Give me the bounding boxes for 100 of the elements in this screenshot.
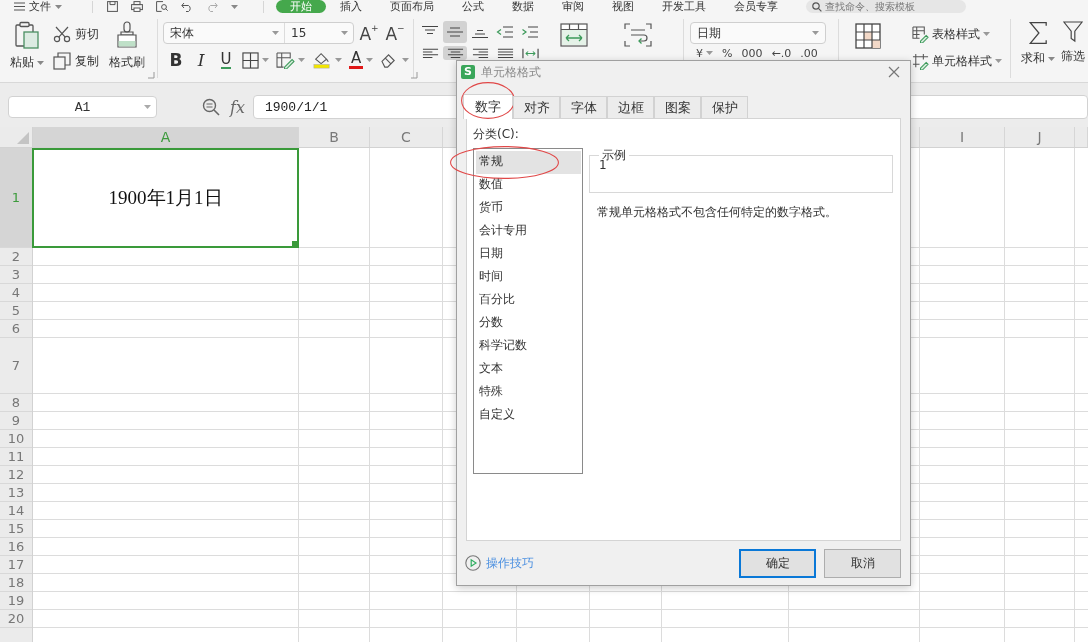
function-label[interactable]: fx xyxy=(230,97,245,117)
print-preview-icon[interactable] xyxy=(156,1,168,12)
clipboard-icon xyxy=(14,21,41,49)
row-header[interactable]: 11 xyxy=(0,448,32,466)
menu-tab[interactable]: 会员专享 xyxy=(720,0,792,13)
close-icon[interactable] xyxy=(888,66,900,78)
menu-tab[interactable]: 页面布局 xyxy=(376,0,448,13)
cell-style-button[interactable]: 单元格样式 xyxy=(912,50,1002,72)
category-item[interactable]: 自定义 xyxy=(476,404,581,427)
menu-tab[interactable]: 插入 xyxy=(326,0,376,13)
undo-icon[interactable] xyxy=(181,1,193,12)
dialog-tab[interactable]: 边框 xyxy=(607,96,654,118)
column-header[interactable]: B xyxy=(299,127,370,147)
dialog-tab[interactable]: 字体 xyxy=(560,96,607,118)
print-icon[interactable] xyxy=(131,1,143,12)
align-icon xyxy=(496,25,514,39)
category-item[interactable]: 文本 xyxy=(476,358,581,381)
row-header[interactable]: 19 xyxy=(0,592,32,610)
row-header[interactable]: 14 xyxy=(0,502,32,520)
font-name-field[interactable]: 宋体 xyxy=(164,23,285,43)
align-button[interactable] xyxy=(443,46,467,60)
row-header[interactable]: 2 xyxy=(0,248,32,266)
dialog-tab[interactable]: 对齐 xyxy=(513,96,560,118)
caret-icon[interactable] xyxy=(231,4,238,9)
magnifier-icon[interactable] xyxy=(202,98,220,116)
wrap-text-icon[interactable] xyxy=(624,23,652,47)
category-item[interactable]: 货币 xyxy=(476,197,581,220)
category-item[interactable]: 时间 xyxy=(476,266,581,289)
column-header[interactable]: I xyxy=(920,127,1005,147)
row-header[interactable]: 12 xyxy=(0,466,32,484)
row-header[interactable]: 10 xyxy=(0,430,32,448)
copy-button[interactable]: 复制 xyxy=(52,50,102,72)
menu-tab[interactable]: 开发工具 xyxy=(648,0,720,13)
sum-button[interactable]: 求和 xyxy=(1019,13,1057,74)
bold-button[interactable]: B xyxy=(165,49,187,71)
row-header[interactable]: 5 xyxy=(0,302,32,320)
hash-brush-icon xyxy=(912,52,929,70)
save-icon[interactable] xyxy=(107,1,118,12)
merge-cells-icon[interactable] xyxy=(560,23,588,47)
category-item[interactable]: 日期 xyxy=(476,243,581,266)
scissors-icon xyxy=(52,25,71,43)
table-style-button[interactable]: 表格样式 xyxy=(912,23,1002,45)
category-item[interactable]: 会计专用 xyxy=(476,220,581,243)
row-header[interactable]: 3 xyxy=(0,266,32,284)
category-item[interactable]: 特殊 xyxy=(476,381,581,404)
font-color-button[interactable]: A xyxy=(347,49,376,71)
search-field[interactable]: 查找命令、搜索模板 xyxy=(806,0,966,13)
cut-button[interactable]: 剪切 xyxy=(52,23,102,45)
row-header[interactable]: 8 xyxy=(0,394,32,412)
menu-tab[interactable]: 数据 xyxy=(498,0,548,13)
number-format-button[interactable]: % xyxy=(722,46,733,60)
row-header[interactable]: 4 xyxy=(0,284,32,302)
file-menu[interactable]: 文件 xyxy=(14,0,86,13)
category-item[interactable]: 百分比 xyxy=(476,289,581,312)
category-item[interactable]: 分数 xyxy=(476,312,581,335)
number-format-button[interactable]: 000 xyxy=(741,46,763,60)
dialog-tab[interactable]: 保护 xyxy=(701,96,748,118)
table-grid-icon[interactable] xyxy=(855,23,881,49)
number-format-button[interactable]: ¥ xyxy=(696,46,713,60)
name-box[interactable]: A1 xyxy=(8,96,157,118)
fill-handle[interactable] xyxy=(292,241,297,246)
shrink-font-button[interactable]: A$^{−}$ xyxy=(384,22,406,44)
menu-tab[interactable]: 审阅 xyxy=(548,0,598,13)
underline-button[interactable]: U xyxy=(215,49,237,71)
dialog-tab[interactable]: 图案 xyxy=(654,96,701,118)
cell-style-pencil-button[interactable] xyxy=(274,49,307,71)
format-painter-button[interactable]: 格式刷 xyxy=(105,13,148,74)
grow-font-button[interactable]: A$^{+}$ xyxy=(358,22,380,44)
row-header[interactable]: 6 xyxy=(0,320,32,338)
row-header[interactable]: 9 xyxy=(0,412,32,430)
menu-tab[interactable]: 视图 xyxy=(598,0,648,13)
number-format-button[interactable]: .00 xyxy=(800,46,818,60)
row-header[interactable]: 17 xyxy=(0,556,32,574)
selected-cell[interactable]: 1900年1月1日 xyxy=(32,148,299,248)
sigma-icon xyxy=(1028,21,1048,45)
menu-tab[interactable]: 公式 xyxy=(448,0,498,13)
font-size-field[interactable]: 15 xyxy=(285,23,353,43)
paste-button[interactable]: 粘贴 xyxy=(8,13,47,74)
search-icon xyxy=(812,1,822,12)
column-header[interactable]: C xyxy=(370,127,443,147)
dialog-tab[interactable]: 数字 xyxy=(463,94,513,119)
number-format-dropdown[interactable]: 日期 xyxy=(690,22,826,44)
category-item[interactable]: 数值 xyxy=(476,174,581,197)
row-header[interactable]: 13 xyxy=(0,484,32,502)
category-item[interactable]: 常规 xyxy=(476,151,581,174)
row-header[interactable]: 7 xyxy=(0,338,32,394)
borders-button[interactable] xyxy=(240,49,271,71)
row-header[interactable]: 20 xyxy=(0,610,32,628)
row-header[interactable]: 18 xyxy=(0,574,32,592)
row-header[interactable]: 15 xyxy=(0,520,32,538)
category-item[interactable]: 科学记数 xyxy=(476,335,581,358)
filter-button[interactable]: 筛选 xyxy=(1059,13,1087,74)
number-format-button[interactable]: ←.0 xyxy=(771,46,792,60)
ok-button[interactable]: 确定 xyxy=(739,548,816,578)
italic-button[interactable]: I xyxy=(190,49,212,71)
play-circle-icon[interactable] xyxy=(465,555,481,571)
row-header[interactable]: 16 xyxy=(0,538,32,556)
cancel-button[interactable]: 取消 xyxy=(824,548,901,578)
column-header[interactable]: J xyxy=(1005,127,1075,147)
font-combobox[interactable]: 宋体 15 xyxy=(163,22,354,44)
